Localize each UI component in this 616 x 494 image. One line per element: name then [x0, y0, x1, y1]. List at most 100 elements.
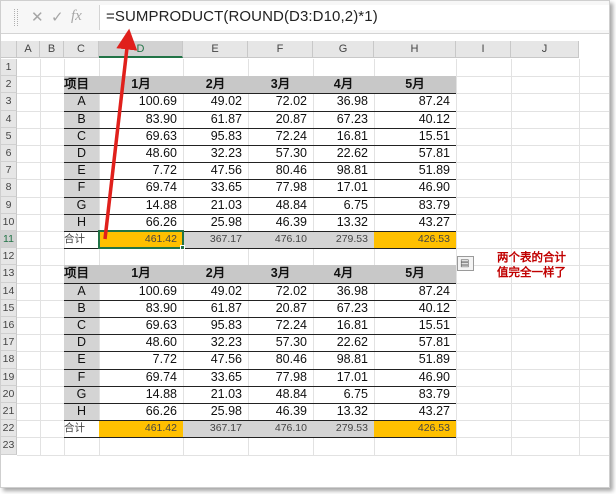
row-label-cell[interactable]: E [64, 351, 99, 369]
row-header-10[interactable]: 10 [1, 213, 17, 231]
cancel-icon[interactable]: ✕ [31, 8, 44, 26]
value-cell[interactable]: 22.62 [313, 145, 374, 162]
table-header-cell[interactable]: 3月 [248, 76, 313, 94]
table-header-cell[interactable]: 2月 [183, 265, 248, 283]
row-header-4[interactable]: 4 [1, 110, 17, 128]
row-label-cell[interactable]: G [64, 385, 99, 403]
row-header-12[interactable]: 12 [1, 248, 17, 266]
row-header-13[interactable]: 13 [1, 265, 17, 283]
value-cell[interactable]: 98.81 [313, 351, 374, 368]
table-header-cell[interactable]: 5月 [374, 265, 456, 283]
value-cell[interactable]: 100.69 [99, 283, 183, 300]
value-cell[interactable]: 48.60 [99, 145, 183, 162]
value-cell[interactable]: 77.98 [248, 369, 313, 386]
value-cell[interactable]: 72.24 [248, 128, 313, 145]
total-value-cell[interactable]: 476.10 [248, 420, 313, 438]
value-cell[interactable]: 36.98 [313, 93, 374, 110]
row-label-cell[interactable]: F [64, 368, 99, 386]
value-cell[interactable]: 83.79 [374, 197, 456, 214]
value-cell[interactable]: 7.72 [99, 162, 183, 179]
value-cell[interactable]: 6.75 [313, 386, 374, 403]
column-header-f[interactable]: F [248, 41, 313, 58]
value-cell[interactable]: 16.81 [313, 317, 374, 334]
value-cell[interactable]: 83.90 [99, 300, 183, 317]
value-cell[interactable]: 72.02 [248, 283, 313, 300]
row-label-cell[interactable]: A [64, 282, 99, 300]
row-header-2[interactable]: 2 [1, 76, 17, 94]
column-header-j[interactable]: J [511, 41, 579, 58]
value-cell[interactable]: 69.63 [99, 317, 183, 334]
value-cell[interactable]: 20.87 [248, 300, 313, 317]
value-cell[interactable]: 46.39 [248, 403, 313, 420]
table-header-cell[interactable]: 项目 [64, 265, 99, 283]
row-label-cell[interactable]: B [64, 110, 99, 128]
value-cell[interactable]: 20.87 [248, 111, 313, 128]
value-cell[interactable]: 14.88 [99, 386, 183, 403]
value-cell[interactable]: 57.30 [248, 145, 313, 162]
formula-input[interactable]: =SUMPRODUCT(ROUND(D3:D10,2)*1) [99, 5, 609, 30]
value-cell[interactable]: 46.90 [374, 369, 456, 386]
row-header-19[interactable]: 19 [1, 368, 17, 386]
enter-icon[interactable]: ✓ [51, 8, 64, 26]
value-cell[interactable]: 66.26 [99, 403, 183, 420]
row-header-18[interactable]: 18 [1, 351, 17, 369]
value-cell[interactable]: 57.81 [374, 334, 456, 351]
value-cell[interactable]: 69.74 [99, 369, 183, 386]
fill-handle[interactable] [180, 245, 185, 251]
column-header-e[interactable]: E [183, 41, 248, 58]
row-header-17[interactable]: 17 [1, 334, 17, 352]
row-header-21[interactable]: 21 [1, 403, 17, 421]
total-value-cell[interactable]: 279.53 [313, 420, 374, 438]
row-header-23[interactable]: 23 [1, 437, 17, 455]
value-cell[interactable]: 7.72 [99, 351, 183, 368]
column-header-b[interactable]: B [40, 41, 64, 58]
formula-bar-grip[interactable] [14, 9, 18, 26]
value-cell[interactable]: 40.12 [374, 300, 456, 317]
table-header-cell[interactable]: 2月 [183, 76, 248, 94]
value-cell[interactable]: 61.87 [183, 111, 248, 128]
value-cell[interactable]: 57.81 [374, 145, 456, 162]
total-value-cell[interactable]: 476.10 [248, 230, 313, 249]
value-cell[interactable]: 21.03 [183, 197, 248, 214]
value-cell[interactable]: 47.56 [183, 162, 248, 179]
row-header-5[interactable]: 5 [1, 127, 17, 145]
row-header-11[interactable]: 11 [1, 231, 17, 249]
value-cell[interactable]: 40.12 [374, 111, 456, 128]
row-label-cell[interactable]: E [64, 162, 99, 180]
value-cell[interactable]: 33.65 [183, 179, 248, 196]
value-cell[interactable]: 49.02 [183, 93, 248, 110]
row-label-cell[interactable]: F [64, 179, 99, 197]
value-cell[interactable]: 49.02 [183, 283, 248, 300]
row-header-22[interactable]: 22 [1, 420, 17, 438]
column-header-c[interactable]: C [64, 41, 99, 58]
row-header-16[interactable]: 16 [1, 317, 17, 335]
select-all-corner[interactable] [1, 41, 17, 58]
value-cell[interactable]: 95.83 [183, 317, 248, 334]
value-cell[interactable]: 80.46 [248, 351, 313, 368]
row-label-cell[interactable]: C [64, 316, 99, 335]
table-header-cell[interactable]: 5月 [374, 76, 456, 94]
row-label-cell[interactable]: C [64, 127, 99, 145]
value-cell[interactable]: 33.65 [183, 369, 248, 386]
value-cell[interactable]: 48.84 [248, 197, 313, 214]
table-header-cell[interactable]: 4月 [313, 76, 374, 94]
value-cell[interactable]: 83.79 [374, 386, 456, 403]
row-label-cell[interactable]: A [64, 93, 99, 111]
insert-function-icon[interactable]: fx [71, 8, 82, 25]
total-label-cell[interactable]: 合计 [64, 420, 99, 437]
value-cell[interactable]: 100.69 [99, 93, 183, 110]
value-cell[interactable]: 48.60 [99, 334, 183, 351]
value-cell[interactable]: 43.27 [374, 403, 456, 420]
value-cell[interactable]: 47.56 [183, 351, 248, 368]
value-cell[interactable]: 32.23 [183, 145, 248, 162]
row-header-9[interactable]: 9 [1, 196, 17, 214]
value-cell[interactable]: 32.23 [183, 334, 248, 351]
row-header-3[interactable]: 3 [1, 93, 17, 111]
table-header-cell[interactable]: 3月 [248, 265, 313, 283]
value-cell[interactable]: 17.01 [313, 369, 374, 386]
value-cell[interactable]: 13.32 [313, 403, 374, 420]
active-cell-selection[interactable] [98, 230, 184, 250]
total-value-cell[interactable]: 367.17 [183, 420, 248, 438]
row-label-cell[interactable]: D [64, 334, 99, 352]
value-cell[interactable]: 17.01 [313, 179, 374, 196]
